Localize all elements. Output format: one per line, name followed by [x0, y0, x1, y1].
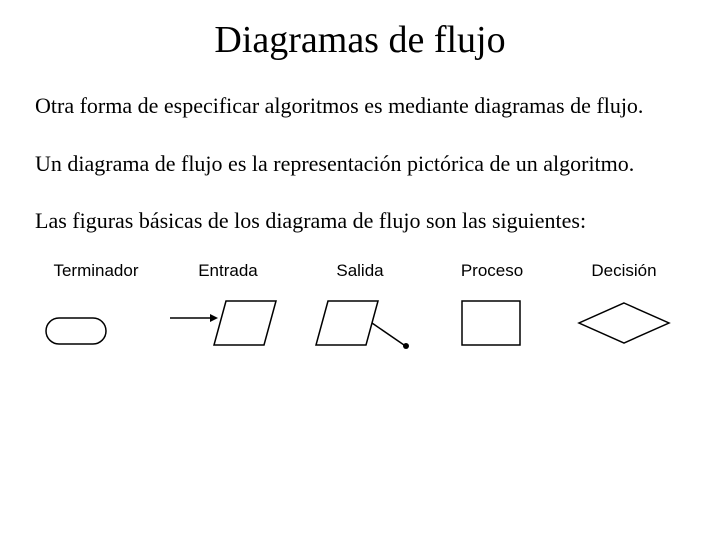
shape-terminator-label: Terminador	[53, 261, 138, 281]
shape-decision: Decisión	[559, 261, 689, 363]
shape-decision-label: Decisión	[591, 261, 656, 281]
shape-output-label: Salida	[336, 261, 383, 281]
page-title: Diagramas de flujo	[0, 18, 720, 62]
shape-input: Entrada	[163, 261, 293, 363]
intro-paragraph-3: Las figuras básicas de los diagrama de f…	[35, 207, 685, 235]
shapes-row: Terminador Entrada Salida Proces	[30, 261, 690, 363]
process-icon	[432, 293, 552, 363]
shape-input-label: Entrada	[198, 261, 258, 281]
intro-paragraph-2: Un diagrama de flujo es la representació…	[35, 150, 685, 178]
output-icon	[300, 293, 420, 363]
decision-icon	[564, 293, 684, 363]
intro-paragraph-1: Otra forma de especificar algoritmos es …	[35, 92, 685, 120]
shape-output: Salida	[295, 261, 425, 363]
input-icon	[168, 293, 288, 363]
shape-process: Proceso	[427, 261, 557, 363]
terminator-icon	[36, 293, 156, 363]
shape-terminator: Terminador	[31, 261, 161, 363]
shape-process-label: Proceso	[461, 261, 523, 281]
